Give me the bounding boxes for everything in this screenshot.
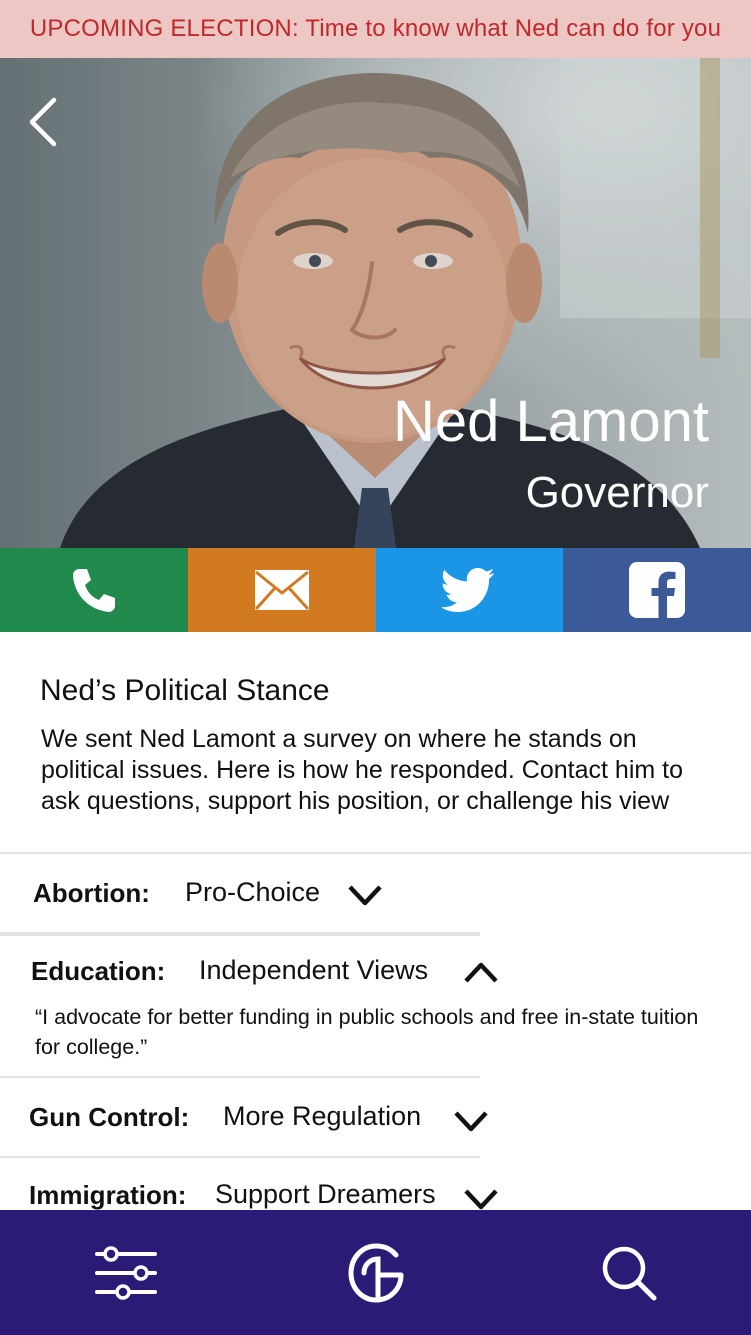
search-icon [602, 1246, 657, 1301]
facebook-icon [629, 562, 686, 618]
stance-description: We sent Ned Lamont a survey on where he … [41, 725, 683, 815]
profile-title: Governor [525, 468, 709, 517]
filter-button[interactable] [95, 1244, 157, 1307]
facebook-button[interactable] [563, 548, 751, 632]
chevron-up-icon[interactable] [463, 962, 499, 984]
chevron-down-icon[interactable] [463, 1188, 499, 1210]
issue-position: More Regulation [223, 1101, 422, 1131]
call-button[interactable] [0, 548, 188, 632]
election-banner: UPCOMING ELECTION: Time to know what Ned… [0, 0, 751, 58]
issue-row-abortion[interactable]: Abortion: Pro-Choice [0, 856, 480, 934]
chevron-down-icon[interactable] [347, 884, 383, 906]
twitter-button[interactable] [375, 548, 564, 632]
twitter-icon [442, 568, 495, 612]
bottom-nav [0, 1210, 751, 1335]
issue-topic: Immigration: [29, 1180, 187, 1210]
chevron-down-icon[interactable] [453, 1110, 489, 1132]
issue-topic: Education: [31, 956, 166, 986]
search-button[interactable] [600, 1244, 658, 1307]
issue-position: Independent Views [199, 955, 429, 985]
home-logo-button[interactable] [348, 1243, 404, 1308]
issue-quote: “I advocate for better funding in public… [35, 1005, 699, 1059]
back-button[interactable] [24, 96, 64, 148]
issue-position: Support Dreamers [215, 1179, 436, 1209]
profile-name: Ned Lamont [393, 389, 709, 454]
issue-topic: Gun Control: [29, 1102, 190, 1132]
mail-icon [254, 570, 309, 611]
email-button[interactable] [187, 548, 376, 632]
profile-hero: Ned Lamont Governor [0, 58, 751, 548]
issue-row-education[interactable]: Education: Independent Views “I advocate… [0, 934, 698, 1078]
issue-row-gun-control[interactable]: Gun Control: More Regulation [0, 1078, 488, 1158]
filter-icon [95, 1246, 157, 1300]
stance-card: Ned’s Political Stance We sent Ned Lamon… [0, 632, 751, 854]
stance-heading: Ned’s Political Stance [40, 674, 330, 707]
issue-topic: Abortion: [33, 878, 150, 908]
issue-position: Pro-Choice [185, 877, 321, 907]
banner-text: UPCOMING ELECTION: Time to know what Ned… [29, 15, 722, 42]
contact-bar [0, 548, 751, 632]
chevron-left-icon [29, 97, 57, 147]
phone-icon [72, 569, 115, 612]
logo-icon [348, 1243, 404, 1303]
